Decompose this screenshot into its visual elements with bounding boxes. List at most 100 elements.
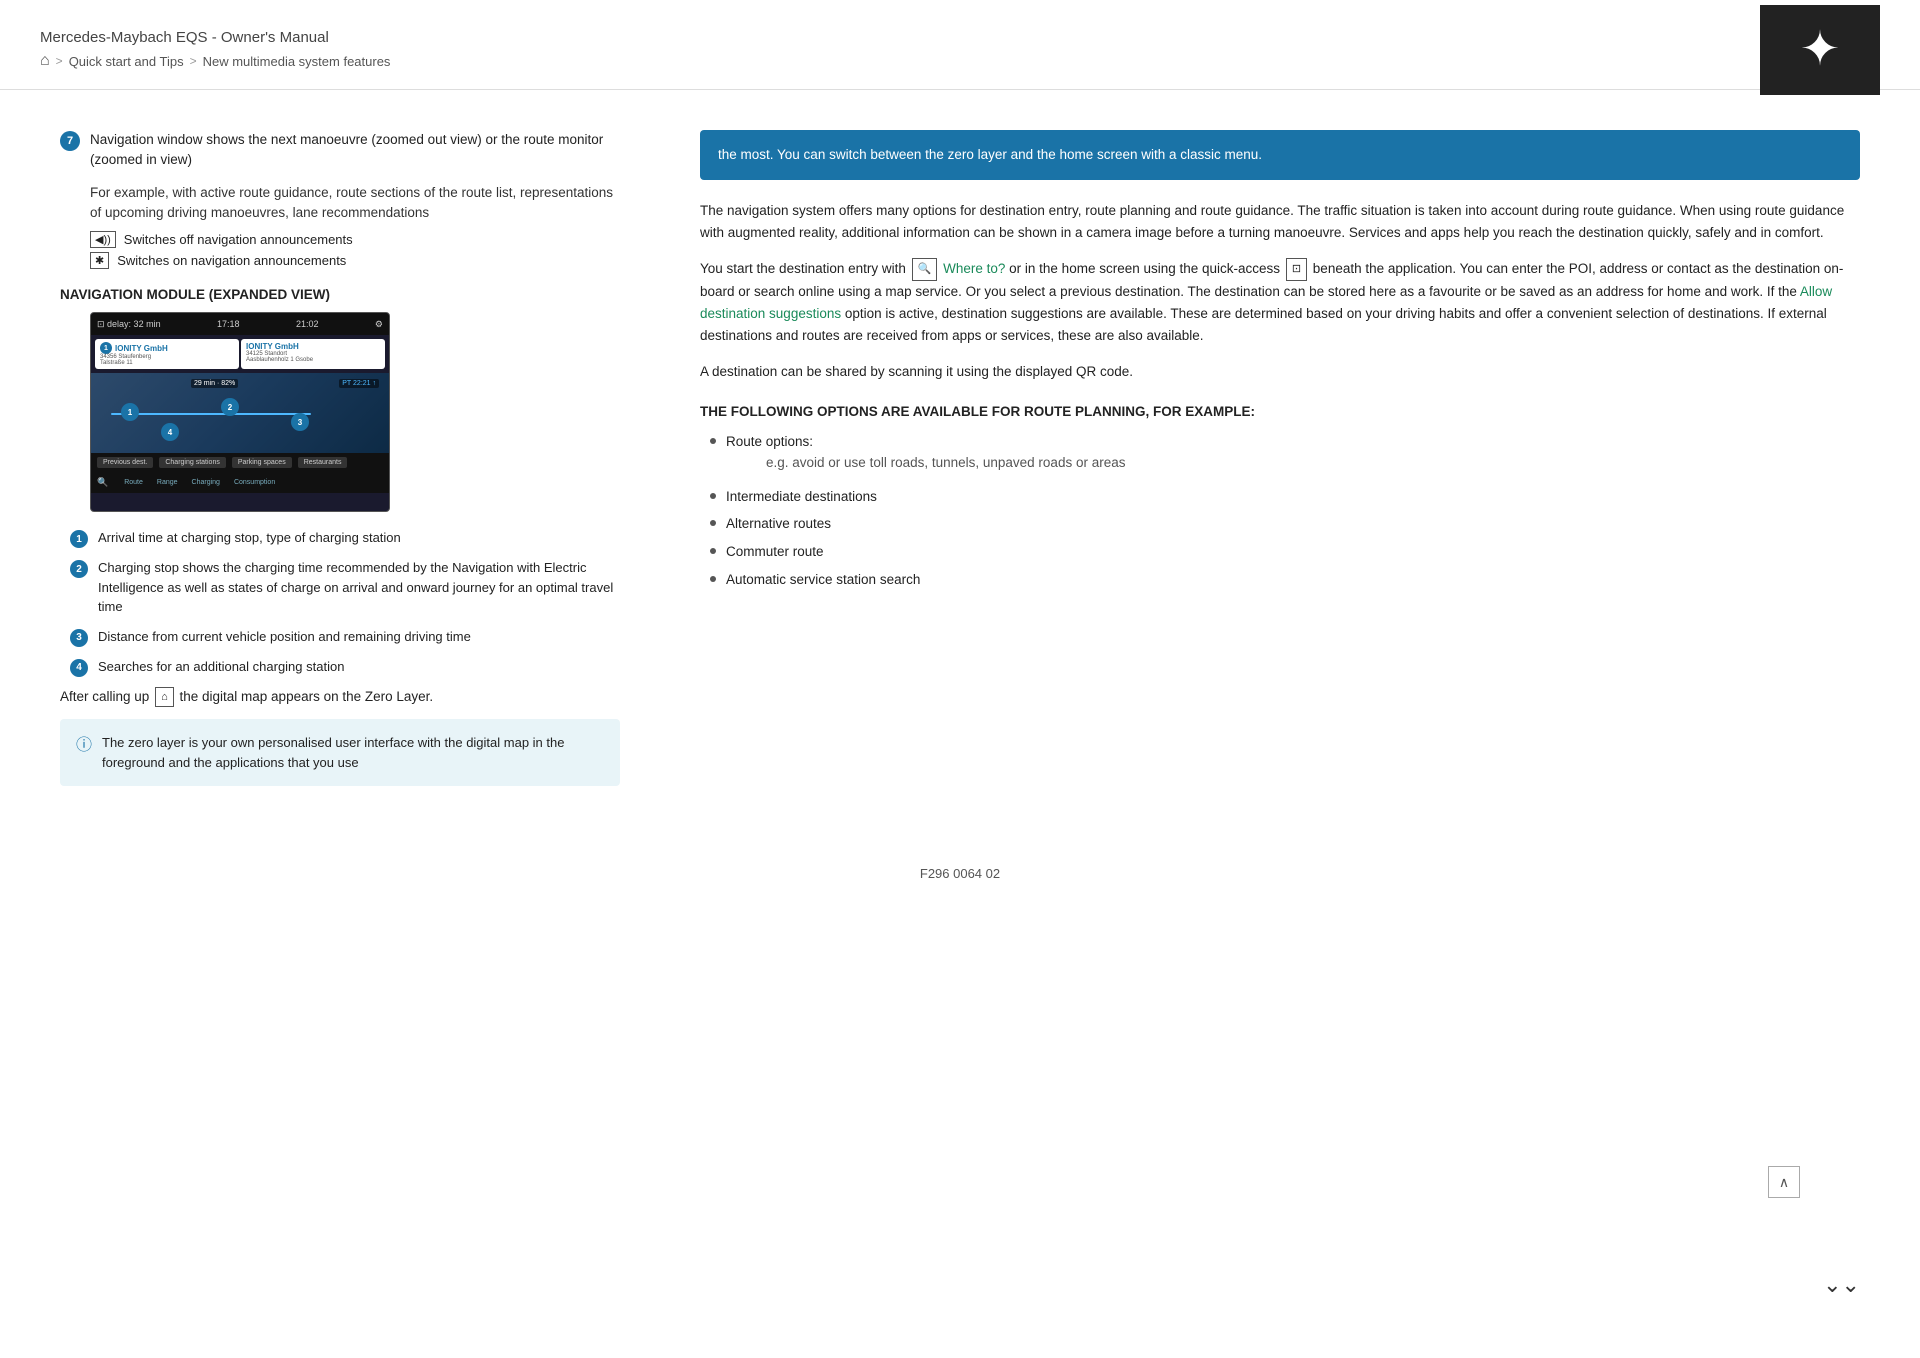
- legend-num-1: 1: [70, 530, 88, 548]
- nav-route-info: 29 min · 82%: [191, 379, 238, 388]
- bullet-dot-1: [710, 438, 716, 444]
- header: Mercedes-Maybach EQS - Owner's Manual ⌂ …: [0, 0, 1920, 90]
- numbered-item-7: 7 Navigation window shows the next manoe…: [60, 130, 620, 171]
- para-2-mid: or in the home screen using the quick-ac…: [1009, 261, 1280, 276]
- list-item-route-options: Route options: e.g. avoid or use toll ro…: [710, 431, 1860, 480]
- para-2-start: You start the destination entry with: [700, 261, 906, 276]
- nav-top-bar: ⊡ delay: 32 min 17:18 21:02 ⚙: [91, 313, 389, 335]
- nav-card-2: IONITY GmbH 34125 StandortAasblauhenholz…: [241, 339, 385, 369]
- card-2-addr: 34125 StandortAasblauhenholz 1 Gsobe: [246, 351, 380, 363]
- legend-num-3: 3: [70, 629, 88, 647]
- legend-item-3: 3 Distance from current vehicle position…: [70, 627, 620, 647]
- bullet-dot-2: [710, 493, 716, 499]
- scroll-down-icon: ⌄⌄: [1823, 1272, 1860, 1297]
- list-item-commuter: Commuter route: [710, 541, 1860, 563]
- para-2: You start the destination entry with 🔍 W…: [700, 258, 1860, 347]
- breadcrumb-item-2[interactable]: New multimedia system features: [203, 54, 391, 69]
- after-text: After calling up ⌂ the digital map appea…: [60, 687, 620, 708]
- nav-btn-restaurants[interactable]: Restaurants: [298, 457, 348, 468]
- chevron-up-icon: ∧: [1779, 1174, 1789, 1191]
- card-1-title: IONITY GmbH: [115, 344, 168, 353]
- list-item-alternative: Alternative routes: [710, 513, 1860, 535]
- nav-tab-consumption[interactable]: Consumption: [228, 477, 281, 488]
- legend-text-2: Charging stop shows the charging time re…: [98, 558, 620, 617]
- mute-icon-box: ◀)): [90, 231, 116, 248]
- item-7-sub-text: For example, with active route guidance,…: [90, 183, 620, 224]
- nav-circle-3: 3: [291, 413, 309, 431]
- nav-circle-2: 2: [221, 398, 239, 416]
- search-icon-inline: 🔍: [912, 258, 938, 280]
- bullet-dot-4: [710, 548, 716, 554]
- list-item-intermediate-text: Intermediate destinations: [726, 486, 877, 508]
- list-item-service-station: Automatic service station search: [710, 569, 1860, 591]
- unmute-label: Switches on navigation announcements: [117, 253, 346, 268]
- nav-tab-range[interactable]: Range: [151, 477, 184, 488]
- nav-circle-4: 4: [161, 423, 179, 441]
- list-item-intermediate: Intermediate destinations: [710, 486, 1860, 508]
- info-icon: ⓘ: [76, 734, 92, 772]
- legend-num-2: 2: [70, 560, 88, 578]
- legend-item-2: 2 Charging stop shows the charging time …: [70, 558, 620, 617]
- nav-bottom-tabs: Route Range Charging Consumption: [114, 475, 383, 490]
- legend-item-1: 1 Arrival time at charging stop, type of…: [70, 528, 620, 548]
- item-7-text: Navigation window shows the next manoeuv…: [90, 130, 620, 171]
- breadcrumb: ⌂ > Quick start and Tips > New multimedi…: [40, 52, 390, 70]
- speaker-on-icon: ✱: [95, 254, 104, 267]
- nav-btn-parking[interactable]: Parking spaces: [232, 457, 292, 468]
- manual-title: Mercedes-Maybach EQS - Owner's Manual: [40, 29, 390, 46]
- home-icon[interactable]: ⌂: [40, 52, 50, 70]
- logo-background: ✦: [1760, 5, 1880, 95]
- highlight-box: the most. You can switch between the zer…: [700, 130, 1860, 180]
- info-box: ⓘ The zero layer is your own personalise…: [60, 719, 620, 786]
- nav-cards-area: 1 IONITY GmbH 34356 StaufenbergTalstraße…: [91, 335, 389, 373]
- item-7-circle: 7: [60, 131, 80, 151]
- nav-time-1: 17:18: [217, 319, 240, 329]
- scroll-up-button[interactable]: ∧: [1768, 1166, 1800, 1198]
- header-left: Mercedes-Maybach EQS - Owner's Manual ⌂ …: [40, 29, 390, 70]
- card-2-title: IONITY GmbH: [246, 342, 299, 351]
- card-1-addr: 34356 StaufenbergTalstraße 11: [100, 354, 234, 366]
- icon-row-unmute: ✱ Switches on navigation announcements: [90, 252, 620, 269]
- map-icon-inline: ⌂: [155, 687, 174, 708]
- nav-btn-prev-dest[interactable]: Previous dest.: [97, 457, 153, 468]
- nav-search-icon[interactable]: 🔍: [97, 477, 108, 488]
- info-box-text: The zero layer is your own personalised …: [102, 733, 604, 772]
- legend-text-4: Searches for an additional charging stat…: [98, 657, 344, 677]
- right-column: the most. You can switch between the zer…: [680, 130, 1860, 786]
- breadcrumb-sep-1: >: [56, 54, 63, 68]
- route-options-list: Route options: e.g. avoid or use toll ro…: [710, 431, 1860, 591]
- nav-btn-charging[interactable]: Charging stations: [159, 457, 225, 468]
- nav-tab-route[interactable]: Route: [118, 477, 149, 488]
- list-item-alternative-text: Alternative routes: [726, 513, 831, 535]
- unmute-icon-box: ✱: [90, 252, 109, 269]
- bullet-dot-3: [710, 520, 716, 526]
- bullet-dot-5: [710, 576, 716, 582]
- where-to-link[interactable]: Where to?: [943, 261, 1005, 276]
- list-item-service-station-text: Automatic service station search: [726, 569, 920, 591]
- legend-list: 1 Arrival time at charging stop, type of…: [70, 528, 620, 677]
- nav-route-line: [111, 413, 311, 415]
- breadcrumb-sep-2: >: [190, 54, 197, 68]
- left-column: 7 Navigation window shows the next manoe…: [60, 130, 680, 786]
- after-text-start: After calling up: [60, 689, 149, 704]
- list-item-commuter-text: Commuter route: [726, 541, 824, 563]
- scroll-down-area: ⌄⌄: [1823, 1272, 1860, 1298]
- header-right: ✦: [1760, 5, 1880, 95]
- after-text-end: the digital map appears on the Zero Laye…: [180, 689, 434, 704]
- nav-arrival-info: PT 22:21 ↑: [339, 379, 379, 388]
- nav-settings-icon: ⚙: [375, 319, 383, 330]
- nav-bottom-bar: Previous dest. Charging stations Parking…: [91, 453, 389, 472]
- nav-circle-1: 1: [121, 403, 139, 421]
- list-item-route-options-text: Route options:: [726, 434, 813, 449]
- mute-label: Switches off navigation announcements: [124, 232, 353, 247]
- para-3: A destination can be shared by scanning …: [700, 361, 1860, 383]
- nav-card-1: 1 IONITY GmbH 34356 StaufenbergTalstraße…: [95, 339, 239, 369]
- breadcrumb-item-1[interactable]: Quick start and Tips: [69, 54, 184, 69]
- card-1-num: 1: [100, 342, 112, 354]
- nav-screenshot: ⊡ delay: 32 min 17:18 21:02 ⚙ 1 IONITY G…: [90, 312, 390, 512]
- nav-tab-charging[interactable]: Charging: [186, 477, 226, 488]
- nav-top-icon: ⊡ delay: 32 min: [97, 319, 161, 330]
- quick-access-icon: ⊡: [1286, 258, 1307, 280]
- legend-text-1: Arrival time at charging stop, type of c…: [98, 528, 401, 548]
- route-options-heading: THE FOLLOWING OPTIONS ARE AVAILABLE FOR …: [700, 404, 1860, 419]
